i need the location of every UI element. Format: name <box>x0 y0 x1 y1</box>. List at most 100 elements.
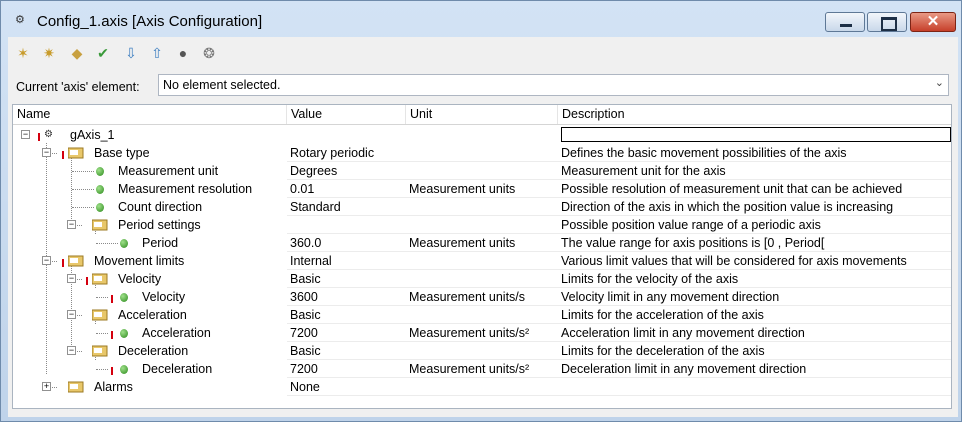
sort-down-icon[interactable]: ⇩ <box>122 44 140 62</box>
row-description: Limits for the deceleration of the axis <box>561 344 765 358</box>
row-value[interactable]: 360.0 <box>290 234 321 252</box>
row-description: Acceleration limit in any movement direc… <box>561 326 805 340</box>
row-name: Period <box>142 236 179 250</box>
tree-line <box>96 369 108 370</box>
row-value[interactable]: Basic <box>290 270 321 288</box>
check-icon[interactable]: ✔ <box>94 44 112 62</box>
minimize-icon <box>840 24 852 27</box>
header-value[interactable]: Value <box>287 105 406 124</box>
folder-icon <box>68 255 84 267</box>
tree-row-base-type[interactable]: − Base type Rotary periodic Defines the … <box>13 144 951 162</box>
row-description: Possible resolution of measurement unit … <box>561 182 903 196</box>
tree-row-count-direction[interactable]: Count direction Standard Direction of th… <box>13 198 951 216</box>
header-description[interactable]: Description <box>558 105 951 124</box>
row-value[interactable]: Basic <box>290 306 321 324</box>
row-value[interactable]: None <box>290 378 320 396</box>
row-value[interactable]: 0.01 <box>290 180 314 198</box>
app-window: ⚙ Config_1.axis [Axis Configuration] ✕ ✶… <box>0 0 962 422</box>
tree-row-measurement-resolution[interactable]: Measurement resolution 0.01 Measurement … <box>13 180 951 198</box>
axis-config-icon: ⚙ <box>15 14 25 26</box>
row-name: Alarms <box>94 380 133 394</box>
row-value[interactable]: Rotary periodic <box>290 144 374 162</box>
row-value[interactable]: 7200 <box>290 360 318 378</box>
collapse-icon[interactable]: − <box>21 130 30 139</box>
tree-row-acceleration[interactable]: Acceleration 7200 Measurement units/s² A… <box>13 324 951 342</box>
collapse-icon[interactable]: − <box>42 256 51 265</box>
tree-row-movement-limits[interactable]: − Movement limits Internal Various limit… <box>13 252 951 270</box>
expand-icon[interactable]: + <box>42 382 51 391</box>
toolbar: ✶ ✷ ◆ ✔ ⇩ ⇧ ● ❂ <box>8 37 958 67</box>
collapse-icon[interactable]: − <box>67 220 76 229</box>
tree-line <box>72 189 94 190</box>
maximize-button[interactable] <box>867 12 907 32</box>
tree-row-period-settings[interactable]: − Period settings Possible position valu… <box>13 216 951 234</box>
chevron-down-icon: ⌄ <box>934 77 944 89</box>
element-selector-dropdown[interactable]: No element selected. ⌄ <box>158 74 949 96</box>
sort-up-icon[interactable]: ⇧ <box>148 44 166 62</box>
row-name: Velocity <box>118 272 162 286</box>
warning-icon <box>111 295 113 303</box>
row-value[interactable]: Degrees <box>290 162 337 180</box>
row-description: Possible position value range of a perio… <box>561 218 821 232</box>
tree-row-deceleration-group[interactable]: − Deceleration Basic Limits for the dece… <box>13 342 951 360</box>
header-name[interactable]: Name <box>13 105 287 124</box>
tree-row-gaxis[interactable]: − ⚙ gAxis_1 <box>13 126 951 144</box>
add-subelement-icon[interactable]: ✷ <box>40 44 58 62</box>
row-description: Direction of the axis in which the posit… <box>561 200 894 214</box>
row-name: Acceleration <box>142 326 211 340</box>
minimize-button[interactable] <box>825 12 865 32</box>
axis-icon: ⚙ <box>44 129 53 140</box>
row-value[interactable]: Basic <box>290 342 321 360</box>
row-description: Deceleration limit in any movement direc… <box>561 362 807 376</box>
collapse-icon[interactable]: − <box>67 346 76 355</box>
tree-row-measurement-unit[interactable]: Measurement unit Degrees Measurement uni… <box>13 162 951 180</box>
tree-row-deceleration[interactable]: Deceleration 7200 Measurement units/s² D… <box>13 360 951 378</box>
tree-row-velocity-group[interactable]: − Velocity Basic Limits for the velocity… <box>13 270 951 288</box>
description-edit-box[interactable] <box>561 127 951 142</box>
row-value[interactable]: 7200 <box>290 324 318 342</box>
warning-icon <box>62 151 64 159</box>
collapse-icon[interactable]: − <box>67 274 76 283</box>
row-unit: Measurement units <box>409 182 516 196</box>
collapse-icon[interactable]: − <box>42 148 51 157</box>
close-button[interactable]: ✕ <box>910 12 956 32</box>
maximize-icon <box>881 17 897 31</box>
collapse-icon[interactable]: − <box>67 310 76 319</box>
row-name: Base type <box>94 146 150 160</box>
warning-icon <box>111 331 113 339</box>
tree-line <box>96 297 108 298</box>
warning-icon <box>38 133 40 141</box>
row-value[interactable]: 3600 <box>290 288 318 306</box>
axis-property-grid: Name Value Unit Description − ⚙ gAxis_1 <box>12 104 952 409</box>
window-title: Config_1.axis [Axis Configuration] <box>37 13 263 30</box>
header-unit[interactable]: Unit <box>406 105 558 124</box>
element-selector-row: Current 'axis' element: No element selec… <box>8 69 958 101</box>
row-name: Period settings <box>118 218 201 232</box>
row-unit: Measurement units/s² <box>409 362 530 376</box>
row-name: Velocity <box>142 290 186 304</box>
client-area: ✶ ✷ ◆ ✔ ⇩ ⇧ ● ❂ Current 'axis' element: … <box>8 37 958 417</box>
row-divider <box>287 395 951 396</box>
tree-row-period[interactable]: Period 360.0 Measurement units The value… <box>13 234 951 252</box>
row-description: Limits for the acceleration of the axis <box>561 308 764 322</box>
row-name: Deceleration <box>142 362 213 376</box>
title-bar[interactable]: ⚙ Config_1.axis [Axis Configuration] ✕ <box>1 1 963 37</box>
folder-icon <box>92 219 108 231</box>
circles-icon[interactable]: ❂ <box>200 44 218 62</box>
tree-row-acceleration-group[interactable]: − Acceleration Basic Limits for the acce… <box>13 306 951 324</box>
row-value[interactable]: Standard <box>290 198 341 216</box>
tree-line <box>72 207 94 208</box>
move-icon[interactable]: ◆ <box>68 44 86 62</box>
warning-icon <box>86 277 88 285</box>
tree-row-alarms[interactable]: + Alarms None <box>13 378 951 396</box>
row-description: Measurement unit for the axis <box>561 164 726 178</box>
parameter-icon <box>96 167 104 176</box>
tree-row-velocity[interactable]: Velocity 3600 Measurement units/s Veloci… <box>13 288 951 306</box>
row-description: Defines the basic movement possibilities… <box>561 146 847 160</box>
tree-line <box>96 333 108 334</box>
row-description: Limits for the velocity of the axis <box>561 272 739 286</box>
circle-icon[interactable]: ● <box>174 44 192 62</box>
folder-icon <box>68 381 84 393</box>
add-element-icon[interactable]: ✶ <box>14 44 32 62</box>
row-value[interactable]: Internal <box>290 252 332 270</box>
